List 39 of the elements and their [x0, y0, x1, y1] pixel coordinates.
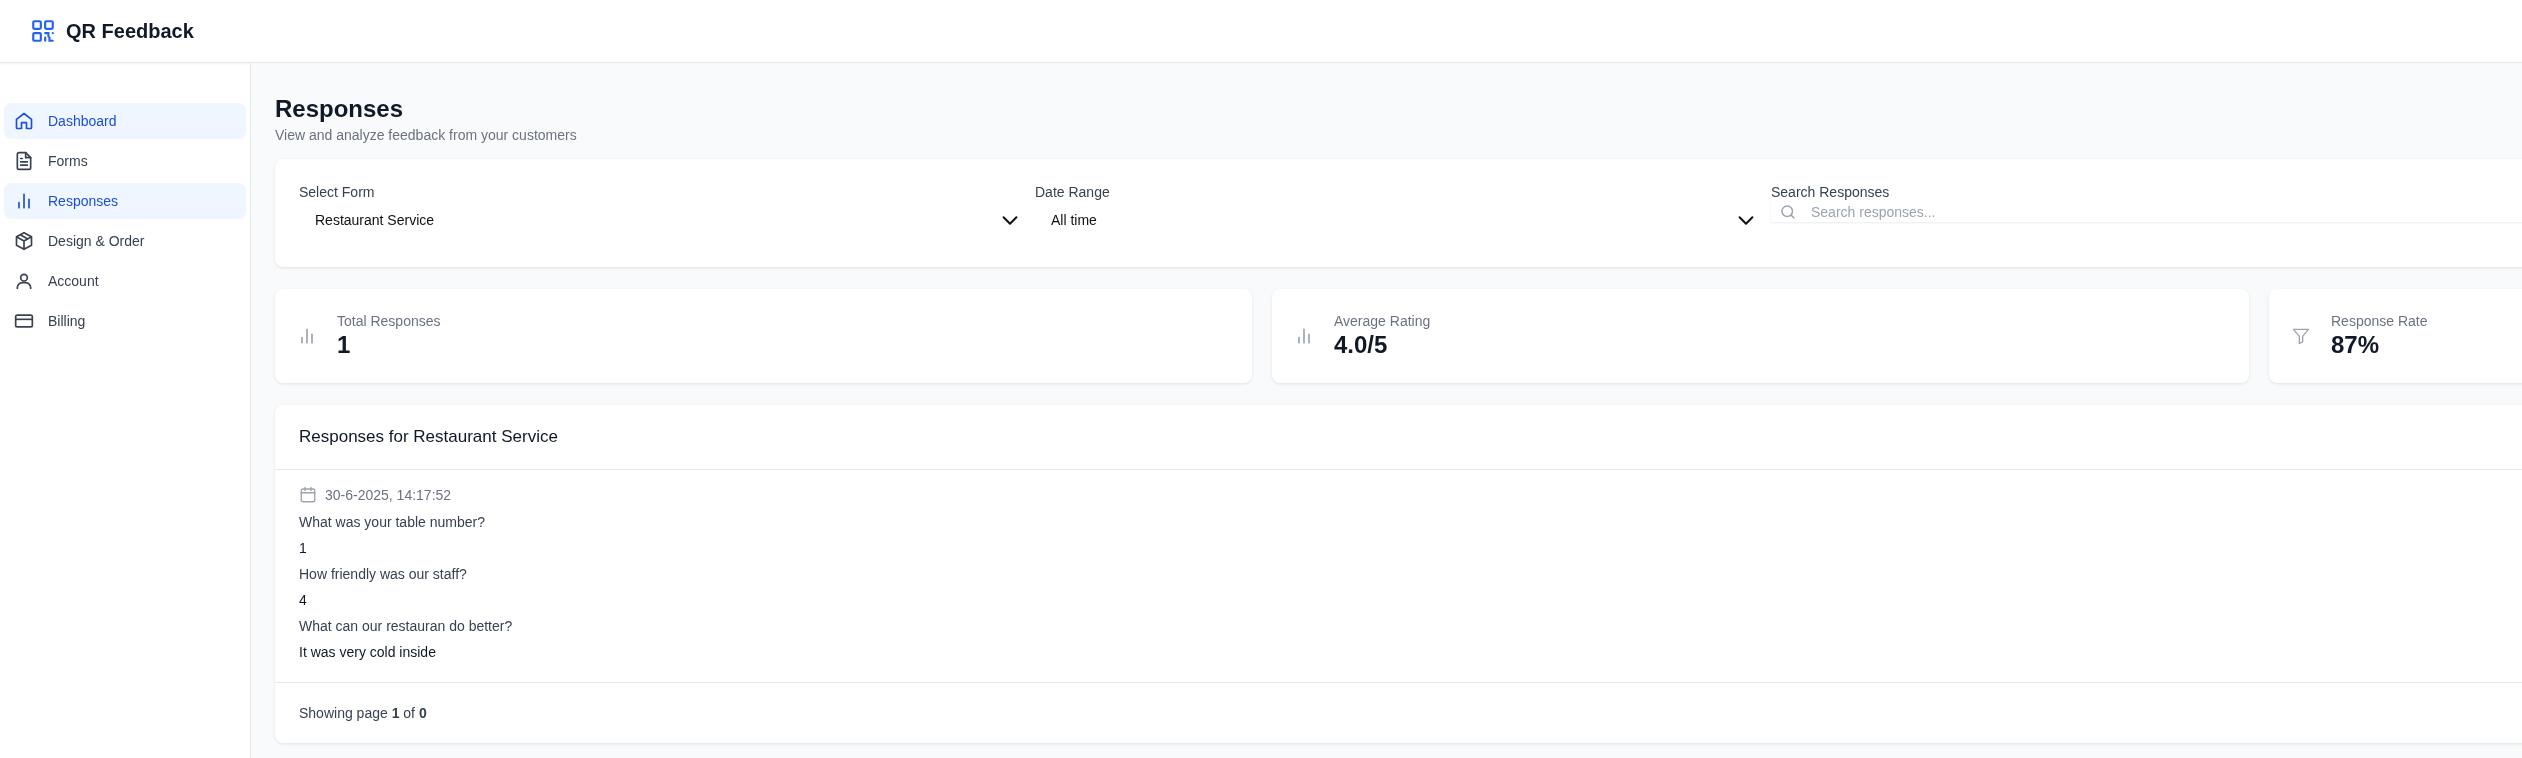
document-icon [14, 151, 34, 171]
stat-label: Average Rating [1334, 313, 1431, 329]
stat-value: 1 [337, 331, 352, 359]
page-title: Responses [275, 94, 405, 123]
filter-icon [2291, 326, 2311, 346]
section-title: Responses for Restaurant Service [275, 405, 2522, 470]
calendar-icon [299, 486, 317, 504]
search-icon [1779, 203, 1797, 221]
home-icon [14, 111, 34, 131]
stat-value: 4.0/5 [1334, 331, 1389, 359]
sidebar-item[interactable]: Billing [4, 303, 246, 339]
field-label: Select Form [299, 184, 376, 200]
pagination-text: Showing page 1 of 0 [299, 705, 427, 721]
cube-icon [14, 231, 34, 251]
field-label: Date Range [1035, 184, 1111, 200]
sidebar-item[interactable]: Forms [4, 143, 246, 179]
question-text: How friendly was our staff? [299, 565, 468, 584]
credit-card-icon [14, 311, 34, 331]
search-field[interactable]: Search responses... [1771, 202, 2522, 222]
select-field[interactable]: Restaurant Service [299, 208, 1021, 232]
sidebar-item[interactable]: Design & Order [4, 223, 246, 259]
qr-code-icon [30, 18, 56, 44]
sidebar-item[interactable]: Account [4, 263, 246, 299]
stat-value: 87% [2331, 331, 2381, 359]
answer-text: 1 [299, 539, 308, 558]
answer-text: 4 [299, 591, 308, 610]
select-field[interactable]: All time [1035, 208, 1757, 232]
sidebar-item[interactable]: Dashboard [4, 103, 246, 139]
sidebar-item[interactable]: Responses [4, 183, 246, 219]
answer-text: It was very cold inside [299, 643, 437, 662]
field-label: Search Responses [1771, 184, 1891, 200]
user-icon [14, 271, 34, 291]
app-title: QR Feedback [66, 19, 194, 43]
response-date: 30-6-2025, 14:17:52 [325, 487, 452, 503]
stat-label: Total Responses [337, 313, 441, 329]
stat-label: Response Rate [2331, 313, 2428, 329]
question-text: What can our restauran do better? [299, 617, 514, 636]
page-subtitle: View and analyze feedback from your customers [275, 127, 578, 143]
question-text: What was your table number? [299, 513, 486, 532]
